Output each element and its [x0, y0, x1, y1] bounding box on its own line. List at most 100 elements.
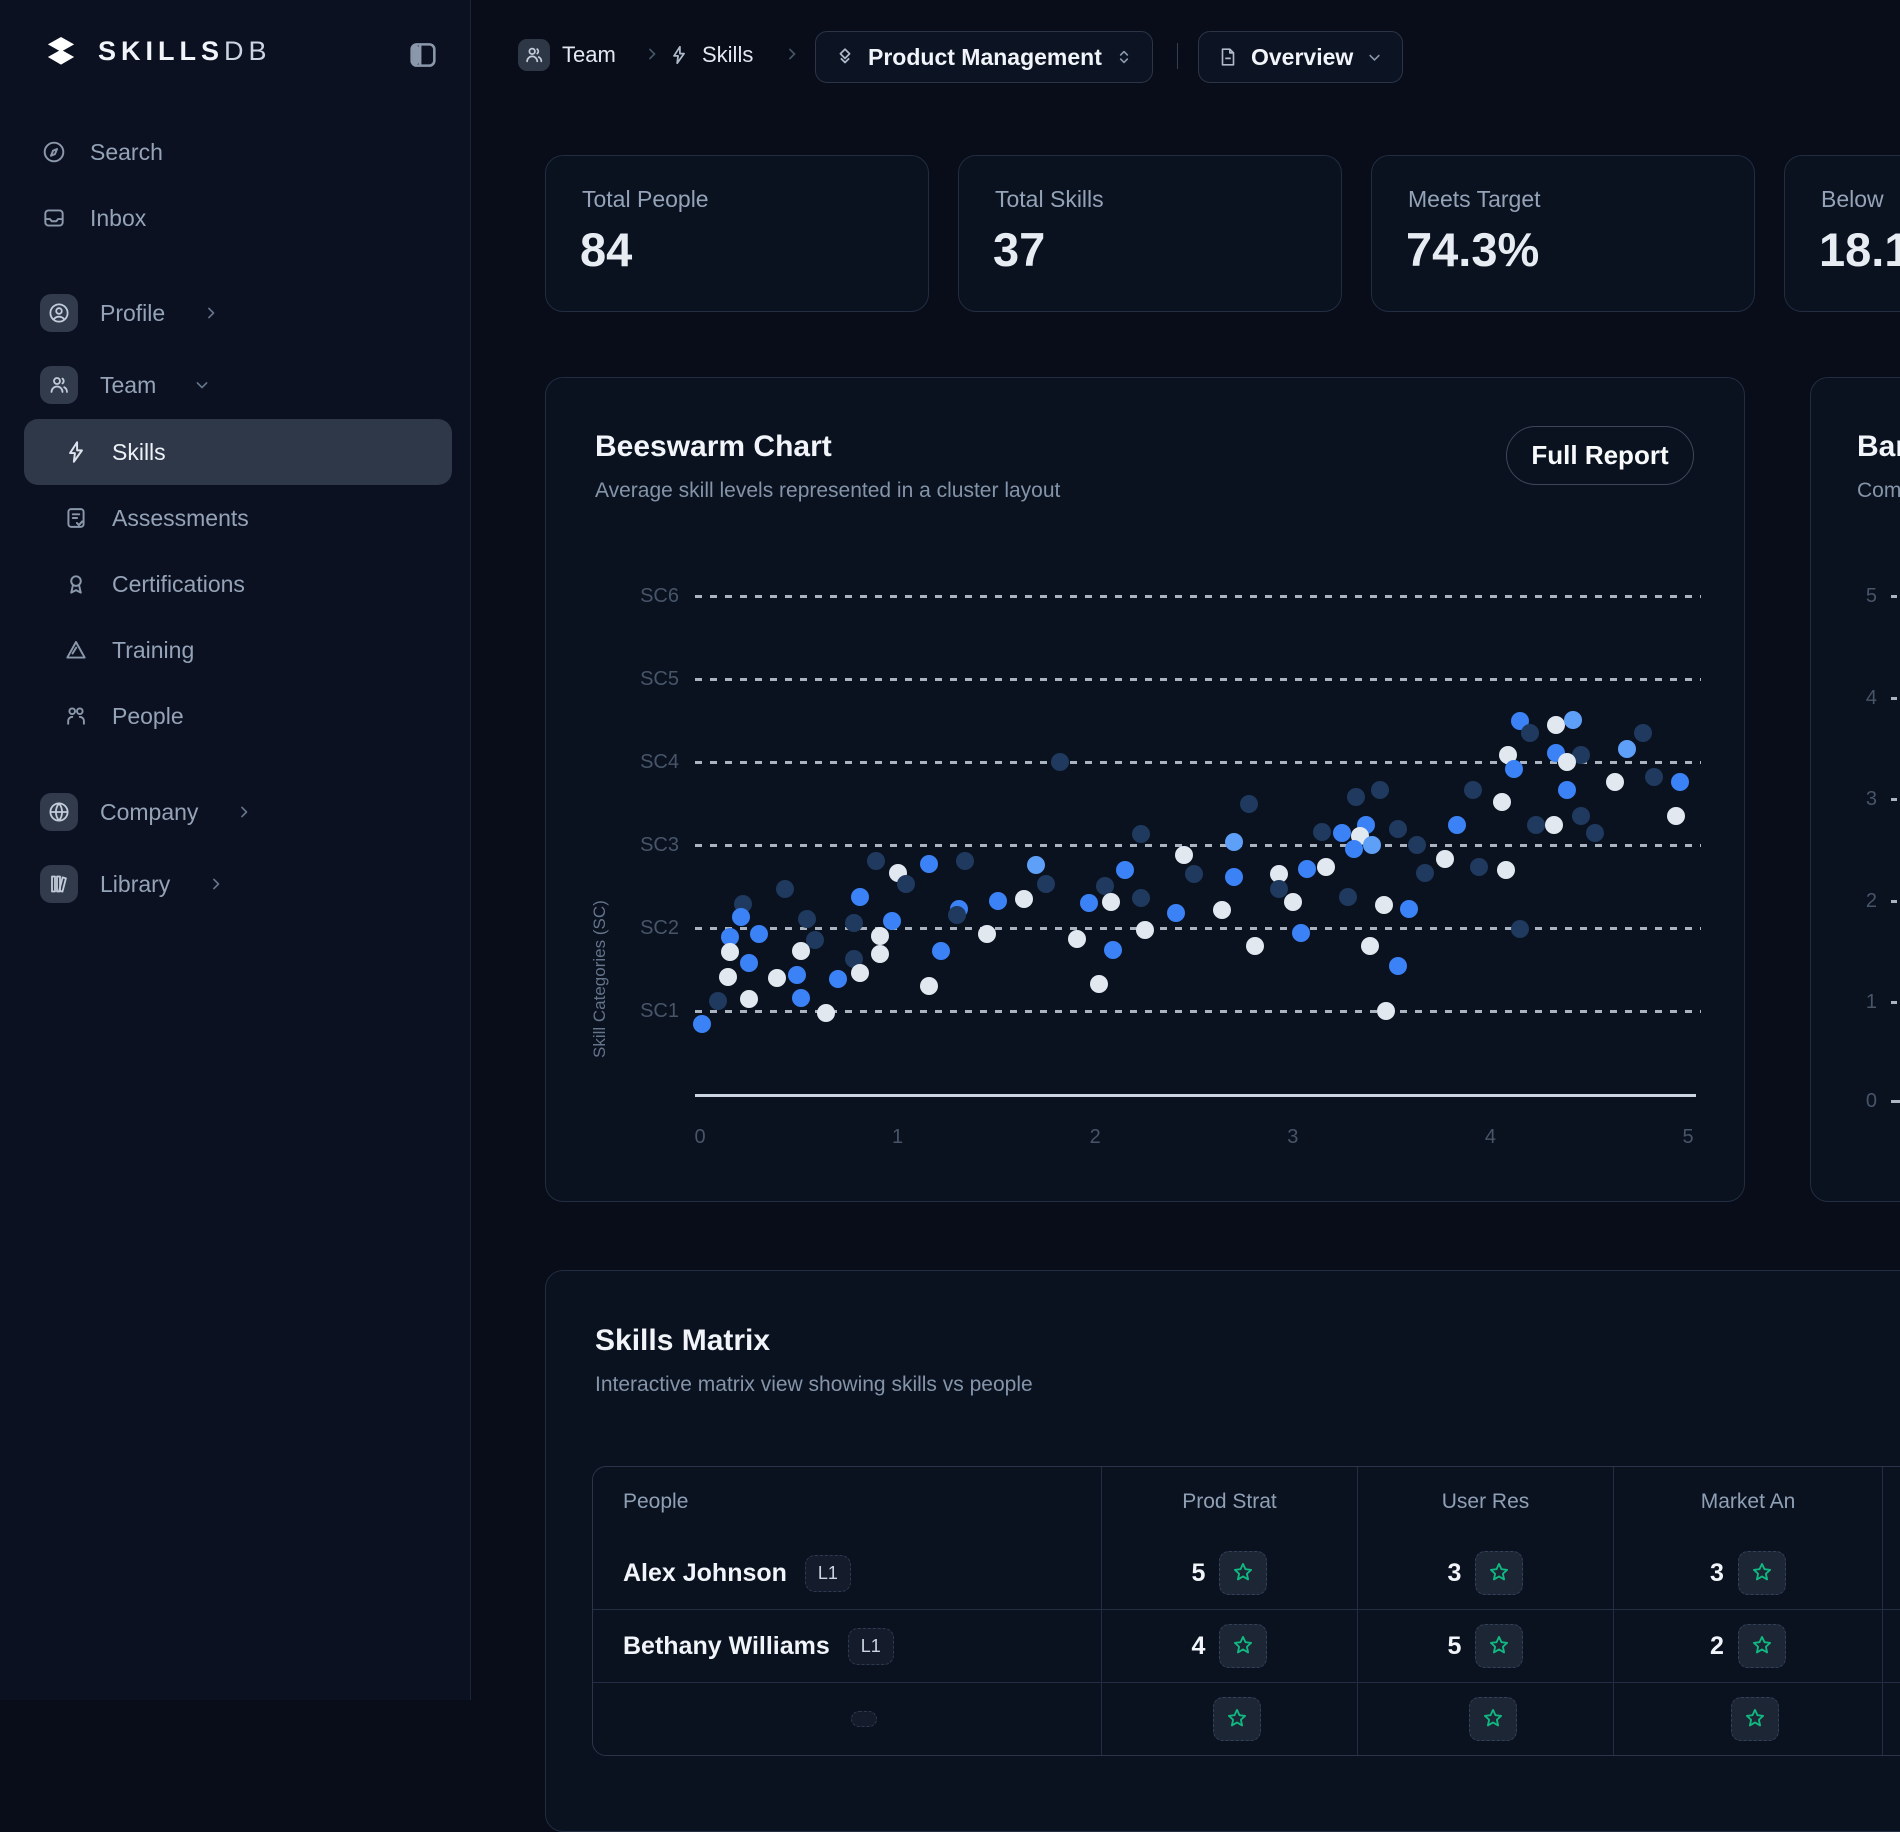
star-rating-button[interactable] [1213, 1697, 1261, 1741]
star-rating-button[interactable] [1738, 1551, 1786, 1595]
sidebar-item-profile[interactable]: Profile [0, 277, 470, 349]
skill-value: 2 [1710, 1632, 1724, 1661]
view-selector-value: Overview [1251, 44, 1353, 71]
beeswarm-point [721, 943, 739, 961]
triangle-icon [62, 636, 90, 664]
breadcrumb-team[interactable]: Team [518, 39, 616, 71]
beeswarm-point [776, 880, 794, 898]
beeswarm-point [851, 964, 869, 982]
beeswarm-point [693, 1015, 711, 1033]
breadcrumb: Team Skills Product Management Overview [470, 0, 1900, 100]
y-tick-sc5: SC5 [635, 668, 679, 691]
table-row-clipped[interactable] [593, 1682, 1900, 1755]
beeswarm-point [709, 992, 727, 1010]
star-icon [1486, 1633, 1512, 1659]
beeswarm-point [1497, 861, 1515, 879]
nav-group-footer: CompanyLibrary [0, 776, 470, 920]
brand-name: SKILLSDB [98, 36, 272, 67]
beeswarm-point [732, 908, 750, 926]
beeswarm-point [1470, 858, 1488, 876]
column-header-user-res: User Res [1357, 1467, 1613, 1537]
brand-logo: SKILLSDB [40, 30, 272, 72]
beeswarm-point [788, 966, 806, 984]
stat-card-meets-target: Meets Target74.3% [1371, 155, 1755, 312]
star-rating-button[interactable] [1469, 1697, 1517, 1741]
star-rating-button[interactable] [1219, 1551, 1267, 1595]
sidebar-item-skills[interactable]: Skills [24, 419, 452, 485]
sidebar-item-search[interactable]: Search [0, 119, 470, 185]
nav-group-team-sub: Skills Assessments Certifications TrainingP… [0, 419, 470, 749]
sidebar-item-label: Certifications [112, 571, 245, 598]
breadcrumb-skills[interactable]: Skills [668, 42, 753, 68]
x-axis-line [695, 1094, 1696, 1097]
breadcrumb-divider [1177, 43, 1178, 69]
clipped-cell [1882, 1683, 1900, 1755]
beeswarm-point [1185, 865, 1203, 883]
category-selector-dropdown[interactable]: Product Management [815, 31, 1153, 83]
sidebar-item-library[interactable]: Library [0, 848, 470, 920]
beeswarm-point [1136, 921, 1154, 939]
beeswarm-point [1345, 840, 1363, 858]
team-icon [518, 39, 550, 71]
stat-card-below: Below18.1 [1784, 155, 1900, 312]
beeswarm-point [851, 888, 869, 906]
beeswarm-point [1375, 896, 1393, 914]
beeswarm-point [883, 912, 901, 930]
beeswarm-point [867, 852, 885, 870]
sidebar-item-inbox[interactable]: Inbox [0, 185, 470, 251]
star-rating-button[interactable] [1475, 1551, 1523, 1595]
beeswarm-point [1564, 711, 1582, 729]
beeswarm-point [932, 942, 950, 960]
sidebar-item-training[interactable]: Training [0, 617, 470, 683]
table-row-alex-johnson[interactable]: Alex JohnsonL1533 [593, 1537, 1900, 1609]
team-icon [40, 366, 78, 404]
beeswarm-point [1511, 920, 1529, 938]
skill-value-cell: 4 [1101, 1610, 1357, 1682]
star-rating-button[interactable] [1738, 1624, 1786, 1668]
y-tick-sc2: SC2 [635, 917, 679, 940]
sidebar-item-assessments[interactable]: Assessments [0, 485, 470, 551]
beeswarm-point [1464, 781, 1482, 799]
beeswarm-point [740, 990, 758, 1008]
table-header-row: PeopleProd StratUser ResMarket An [593, 1467, 1900, 1537]
beeswarm-point [1175, 846, 1193, 864]
sidebar-item-people[interactable]: People [0, 683, 470, 749]
compass-icon [40, 138, 68, 166]
sidebar-item-certifications[interactable]: Certifications [0, 551, 470, 617]
beeswarm-point [1246, 937, 1264, 955]
beeswarm-point [740, 954, 758, 972]
bar-x-axis-stub [1891, 1100, 1900, 1103]
star-rating-button[interactable] [1219, 1624, 1267, 1668]
skills-matrix-title: Skills Matrix [595, 1324, 770, 1358]
profile-icon [40, 294, 78, 332]
beeswarm-point [1132, 889, 1150, 907]
sidebar-item-label: Profile [100, 300, 165, 327]
sidebar-item-company[interactable]: Company [0, 776, 470, 848]
bolt-icon [668, 44, 690, 66]
star-rating-button[interactable] [1475, 1624, 1523, 1668]
breadcrumb-skills-label: Skills [702, 42, 753, 68]
table-row-bethany-williams[interactable]: Bethany WilliamsL1452 [593, 1609, 1900, 1682]
beeswarm-point [1667, 807, 1685, 825]
document-icon [1217, 46, 1239, 68]
beeswarm-point [1436, 850, 1454, 868]
view-selector-dropdown[interactable]: Overview [1198, 31, 1403, 83]
skill-value: 4 [1192, 1632, 1206, 1661]
sidebar-item-team[interactable]: Team [0, 349, 470, 421]
beeswarm-point [1572, 807, 1590, 825]
beeswarm-point [1080, 894, 1098, 912]
star-icon [1749, 1560, 1775, 1586]
chevron-down-icon [192, 375, 212, 395]
gridline-sc1 [695, 1010, 1701, 1013]
star-rating-button[interactable] [1731, 1697, 1779, 1741]
x-tick-0: 0 [680, 1126, 720, 1149]
beeswarm-point [1558, 781, 1576, 799]
beeswarm-point [768, 969, 786, 987]
beeswarm-point [1090, 975, 1108, 993]
sidebar-collapse-icon[interactable] [406, 38, 440, 72]
beeswarm-point [1493, 793, 1511, 811]
beeswarm-card: Beeswarm Chart Average skill levels repr… [545, 377, 1745, 1202]
sidebar-item-label: Skills [112, 439, 166, 466]
chevron-down-icon [1365, 48, 1384, 67]
skill-value-cell: 2 [1613, 1610, 1882, 1682]
